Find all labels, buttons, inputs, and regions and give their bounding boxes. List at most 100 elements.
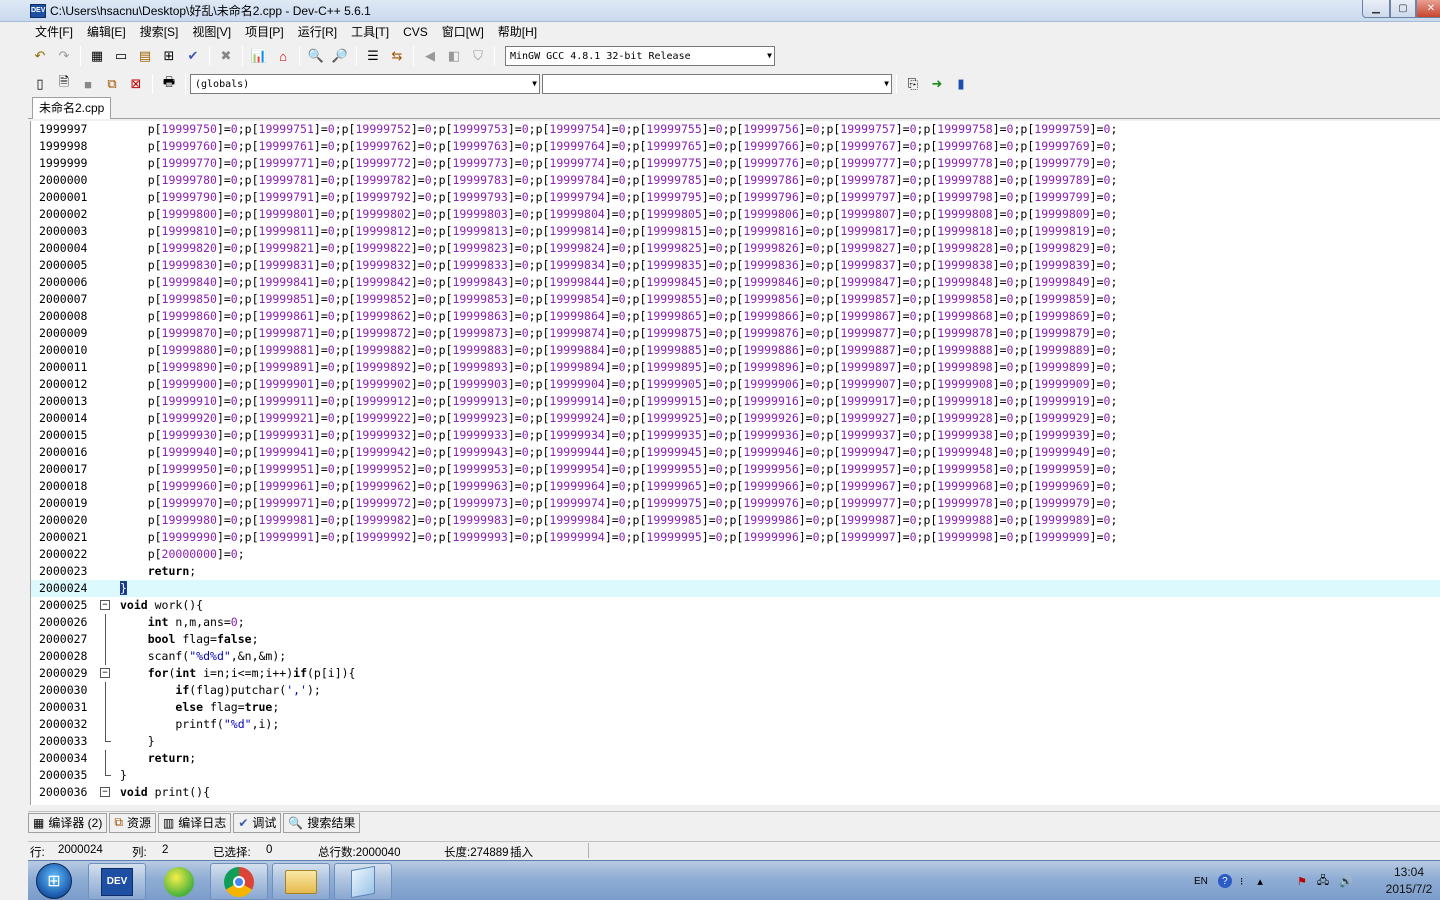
tile-button[interactable]: ⊞ xyxy=(158,45,180,67)
code-line[interactable]: 1999998 p[19999760]=0;p[19999761]=0;p[19… xyxy=(31,138,1440,155)
save-button[interactable]: ■ xyxy=(77,73,99,95)
code-line[interactable]: 2000007 p[19999850]=0;p[19999851]=0;p[19… xyxy=(31,291,1440,308)
code-line[interactable]: 2000016 p[19999940]=0;p[19999941]=0;p[19… xyxy=(31,444,1440,461)
show-hidden-icons-icon[interactable]: ▴ xyxy=(1257,875,1263,888)
tab-resources[interactable]: ⧉ 资源 xyxy=(109,812,156,833)
redo-button[interactable]: ↷ xyxy=(53,45,75,67)
fold-toggle-icon[interactable]: − xyxy=(100,668,110,678)
tab-compiler[interactable]: ▦ 编译器 (2) xyxy=(28,812,108,833)
code-line[interactable]: 2000019 p[19999970]=0;p[19999971]=0;p[19… xyxy=(31,495,1440,512)
code-line[interactable]: 2000000 p[19999780]=0;p[19999781]=0;p[19… xyxy=(31,172,1440,189)
menu-cvs[interactable]: CVS xyxy=(396,22,435,42)
scope-select[interactable]: (globals) ▼ xyxy=(190,74,540,94)
toggle-toolbar-button[interactable]: ▤ xyxy=(134,45,156,67)
start-orb-icon[interactable]: ⊞ xyxy=(36,863,72,899)
stop-button[interactable]: ✖ xyxy=(215,45,237,67)
code-line[interactable]: 2000005 p[19999830]=0;p[19999831]=0;p[19… xyxy=(31,257,1440,274)
code-line[interactable]: 2000006 p[19999840]=0;p[19999841]=0;p[19… xyxy=(31,274,1440,291)
menu-search[interactable]: 搜索[S] xyxy=(133,22,186,42)
new-file-button[interactable]: ▯ xyxy=(29,73,51,95)
code-line[interactable]: 2000024} xyxy=(31,580,1440,597)
code-line[interactable]: 2000012 p[19999900]=0;p[19999901]=0;p[19… xyxy=(31,376,1440,393)
code-line[interactable]: 2000025 − void work(){ xyxy=(31,597,1440,614)
tab-file-untitled2[interactable]: 未命名2.cpp xyxy=(32,97,112,119)
menu-file[interactable]: 文件[F] xyxy=(28,22,80,42)
help-icon[interactable]: ? xyxy=(1217,874,1232,888)
code-line[interactable]: 2000008 p[19999860]=0;p[19999861]=0;p[19… xyxy=(31,308,1440,325)
save-all-button[interactable]: ⧉ xyxy=(101,73,123,95)
code-line[interactable]: 2000036 − void print(){ xyxy=(31,784,1440,801)
code-line[interactable]: 1999997 p[19999750]=0;p[19999751]=0;p[19… xyxy=(31,121,1440,138)
code-line[interactable]: 2000003 p[19999810]=0;p[19999811]=0;p[19… xyxy=(31,223,1440,240)
language-indicator[interactable]: EN xyxy=(1194,876,1208,887)
taskbar-notepad[interactable] xyxy=(334,863,392,900)
back-button[interactable]: ◀ xyxy=(419,45,441,67)
menu-run[interactable]: 运行[R] xyxy=(291,22,344,42)
function-select[interactable]: ▼ xyxy=(542,74,892,94)
menu-edit[interactable]: 编辑[E] xyxy=(80,22,133,42)
code-line[interactable]: 2000023 return; xyxy=(31,563,1440,580)
profile-button[interactable]: ⌂ xyxy=(272,45,294,67)
bookmark-button[interactable]: ➜ xyxy=(926,73,948,95)
watch-button[interactable]: ▮ xyxy=(950,73,972,95)
code-line[interactable]: 2000020 p[19999980]=0;p[19999981]=0;p[19… xyxy=(31,512,1440,529)
code-line[interactable]: 2000015 p[19999930]=0;p[19999931]=0;p[19… xyxy=(31,427,1440,444)
code-line[interactable]: 2000027 bool flag=false; xyxy=(31,631,1440,648)
code-line[interactable]: 2000029 − for(int i=n;i<=m;i++)if(p[i]){ xyxy=(31,665,1440,682)
forward-button[interactable]: ◧ xyxy=(443,45,465,67)
code-line[interactable]: 2000026 int n,m,ans=0; xyxy=(31,614,1440,631)
code-line[interactable]: 2000034 return; xyxy=(31,750,1440,767)
code-line[interactable]: 2000033 } xyxy=(31,733,1440,750)
menu-help[interactable]: 帮助[H] xyxy=(491,22,544,42)
taskbar-explorer[interactable] xyxy=(272,863,330,900)
ime-settings-icon[interactable]: ⁝ xyxy=(1240,875,1244,888)
chart-button[interactable]: 📊 xyxy=(248,45,270,67)
menu-window[interactable]: 窗口[W] xyxy=(435,22,491,42)
code-editor[interactable]: 1999997 p[19999750]=0;p[19999751]=0;p[19… xyxy=(30,121,1440,805)
syntax-check-button[interactable]: ✔ xyxy=(182,45,204,67)
code-line[interactable]: 2000032 printf("%d",i); xyxy=(31,716,1440,733)
code-line[interactable]: 2000009 p[19999870]=0;p[19999871]=0;p[19… xyxy=(31,325,1440,342)
code-line[interactable]: 2000017 p[19999950]=0;p[19999951]=0;p[19… xyxy=(31,461,1440,478)
code-line[interactable]: 2000035} xyxy=(31,767,1440,784)
minimize-button[interactable]: ▁ xyxy=(1362,0,1390,18)
code-line[interactable]: 2000010 p[19999880]=0;p[19999881]=0;p[19… xyxy=(31,342,1440,359)
tab-compile-log[interactable]: ▥ 编译日志 xyxy=(157,812,232,833)
code-line[interactable]: 2000002 p[19999800]=0;p[19999801]=0;p[19… xyxy=(31,206,1440,223)
menu-view[interactable]: 视图[V] xyxy=(185,22,238,42)
find-replace-button[interactable]: 🔎 xyxy=(329,45,351,67)
code-line[interactable]: 2000031 else flag=true; xyxy=(31,699,1440,716)
taskbar-devcpp[interactable]: DEV xyxy=(88,863,146,900)
list-button[interactable]: ☰ xyxy=(362,45,384,67)
code-line[interactable]: 1999999 p[19999770]=0;p[19999771]=0;p[19… xyxy=(31,155,1440,172)
goto-button[interactable]: ⎘ xyxy=(902,73,924,95)
debug-button[interactable]: ⛉ xyxy=(467,45,489,67)
fold-toggle-icon[interactable]: − xyxy=(100,600,110,610)
close-file-button[interactable]: ⊠ xyxy=(125,73,147,95)
class-browser-button[interactable]: ▦ xyxy=(86,45,108,67)
code-line[interactable]: 2000030 if(flag)putchar(','); xyxy=(31,682,1440,699)
fold-toggle-icon[interactable]: − xyxy=(100,787,110,797)
tab-debug[interactable]: ✔ 调试 xyxy=(233,812,282,833)
code-line[interactable]: 2000001 p[19999790]=0;p[19999791]=0;p[19… xyxy=(31,189,1440,206)
code-line[interactable]: 2000018 p[19999960]=0;p[19999961]=0;p[19… xyxy=(31,478,1440,495)
code-line[interactable]: 2000011 p[19999890]=0;p[19999891]=0;p[19… xyxy=(31,359,1440,376)
network-icon[interactable]: 🖧 xyxy=(1317,872,1329,891)
split-button[interactable]: ⇆ xyxy=(386,45,408,67)
taskbar-chrome[interactable] xyxy=(210,863,268,900)
print-button[interactable]: 🖶 xyxy=(158,73,180,95)
close-button[interactable]: ✕ xyxy=(1416,0,1440,18)
code-line[interactable]: 2000022 p[20000000]=0; xyxy=(31,546,1440,563)
code-line[interactable]: 2000014 p[19999920]=0;p[19999921]=0;p[19… xyxy=(31,410,1440,427)
compiler-select[interactable]: MinGW GCC 4.8.1 32-bit Release ▼ xyxy=(505,46,775,66)
code-line[interactable]: 2000004 p[19999820]=0;p[19999821]=0;p[19… xyxy=(31,240,1440,257)
taskbar-sogou[interactable] xyxy=(150,863,208,900)
code-line[interactable]: 2000028 scanf("%d%d",&n,&m); xyxy=(31,648,1440,665)
find-button[interactable]: 🔍 xyxy=(305,45,327,67)
action-center-flag-icon[interactable]: ⚑ xyxy=(1297,875,1307,888)
volume-icon[interactable]: 🔊 xyxy=(1339,875,1353,888)
code-line[interactable]: 2000021 p[19999990]=0;p[19999991]=0;p[19… xyxy=(31,529,1440,546)
menu-tools[interactable]: 工具[T] xyxy=(344,22,396,42)
open-file-button[interactable]: 🗎 xyxy=(53,73,75,95)
system-clock[interactable]: 13:04 2015/7/2 xyxy=(1378,864,1440,898)
